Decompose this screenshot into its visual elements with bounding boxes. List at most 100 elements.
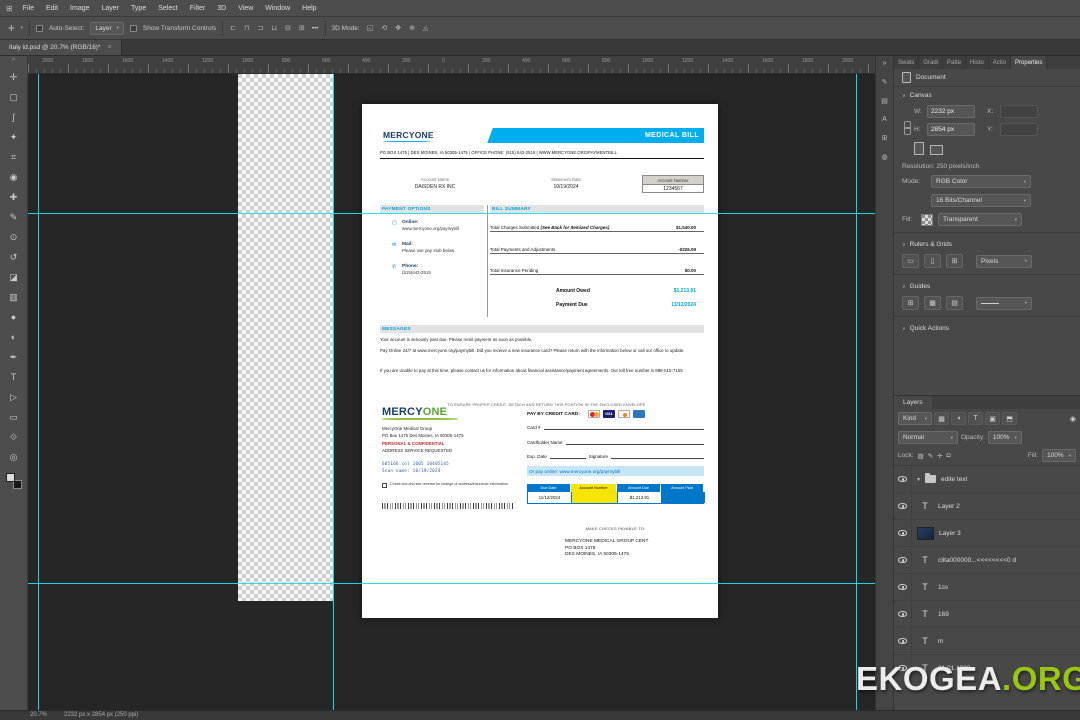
3d-mode-rotate-icon[interactable]: ◱ — [366, 24, 375, 32]
layer-row[interactable]: T cilta000000...<<<<<<<<0 d — [894, 547, 1080, 574]
collapse-toolbar-icon[interactable]: » — [12, 57, 15, 67]
grid-icon[interactable]: ⊞ — [946, 254, 963, 268]
align-left-icon[interactable]: ⊏ — [229, 24, 237, 32]
ruler-icon[interactable]: ▭ — [902, 254, 919, 268]
canvas-area[interactable]: MERCYONE MEDICAL BILL PO BOX 1475 | DES … — [28, 74, 875, 710]
tool-hand[interactable]: ⟐ — [4, 427, 24, 447]
quick-actions-section-header[interactable]: ∨ Quick Actions — [894, 320, 1080, 335]
guide-vertical[interactable] — [333, 74, 334, 710]
align-center-icon[interactable]: ⊓ — [243, 24, 250, 32]
tool-rectangular-marquee[interactable]: ▢ — [4, 87, 24, 107]
menu-help[interactable]: Help — [296, 5, 322, 12]
units-select[interactable]: Pixels ▾ — [976, 254, 1032, 268]
tool-brush[interactable]: ✎ — [4, 207, 24, 227]
layer-visibility-toggle[interactable] — [894, 628, 912, 654]
menu-view[interactable]: View — [232, 5, 259, 12]
align-middle-icon[interactable]: ⊟ — [284, 24, 292, 32]
filter-shape-layers-icon[interactable]: ▣ — [985, 412, 1000, 425]
guide-vertical[interactable] — [856, 74, 857, 710]
guide-layout-icon[interactable]: ⊞ — [902, 296, 919, 310]
tool-clone-stamp[interactable]: ⊙ — [4, 227, 24, 247]
landscape-orientation-icon[interactable] — [930, 145, 943, 155]
tool-type[interactable]: T — [4, 367, 24, 387]
info-panel-icon[interactable]: ⊞ — [882, 134, 888, 142]
tool-lasso[interactable]: ʃ — [4, 107, 24, 127]
horizontal-ruler[interactable]: 2000 1800 1600 1400 1200 1000 800 600 40… — [28, 56, 875, 74]
menu-select[interactable]: Select — [152, 5, 183, 12]
tab-swatches[interactable]: Swats — [894, 56, 920, 69]
menu-type[interactable]: Type — [125, 5, 152, 12]
tool-dodge[interactable]: ◐ — [4, 327, 24, 347]
character-panel-icon[interactable]: A — [882, 116, 887, 123]
tool-move[interactable]: ✛ — [4, 67, 24, 87]
filter-toggle-icon[interactable]: ◉ — [1070, 415, 1076, 423]
lock-pixels-icon[interactable]: ✎ — [928, 452, 933, 460]
layer-visibility-toggle[interactable] — [894, 601, 912, 627]
guide-horizontal[interactable] — [28, 583, 875, 584]
history-panel-icon[interactable]: ✎ — [882, 78, 888, 86]
filter-type-layers-icon[interactable]: T — [968, 412, 983, 425]
tab-properties[interactable]: Properties — [1011, 56, 1048, 69]
tool-history-brush[interactable]: ↺ — [4, 247, 24, 267]
swatches-panel-icon[interactable]: ▤ — [881, 97, 888, 105]
color-swatches[interactable] — [5, 473, 22, 489]
tab-histogram[interactable]: Histo — [966, 56, 989, 69]
canvas-width-input[interactable]: 2232 px — [927, 104, 975, 118]
guide-lock-icon[interactable]: ▦ — [924, 296, 941, 310]
layer-row[interactable]: T m — [894, 628, 1080, 655]
zoom-level[interactable]: 20.7% — [30, 712, 47, 718]
expand-panels-icon[interactable]: » — [883, 60, 887, 67]
tool-blur[interactable]: ● — [4, 307, 24, 327]
rulers-grids-section-header[interactable]: ∨ Rulers & Grids — [894, 236, 1080, 251]
align-top-icon[interactable]: ⊔ — [270, 24, 277, 32]
filter-smart-objects-icon[interactable]: ⬒ — [1002, 412, 1017, 425]
canvas-section-header[interactable]: ∨ Canvas — [894, 87, 1080, 102]
foreground-color-swatch[interactable] — [5, 473, 15, 482]
lock-all-icon[interactable]: ◘ — [947, 452, 951, 459]
link-dimensions-icon[interactable] — [904, 121, 911, 135]
layer-row-group[interactable]: ▾ edite text — [894, 466, 1080, 493]
layer-fill-select[interactable]: 100% ▾ — [1042, 449, 1076, 462]
blend-mode-select[interactable]: Normal ▾ — [898, 431, 958, 444]
layer-row[interactable]: Layer 3 — [894, 520, 1080, 547]
filter-pixel-layers-icon[interactable]: ▦ — [934, 412, 949, 425]
tool-gradient[interactable]: ▥ — [4, 287, 24, 307]
tool-shape[interactable]: ▭ — [4, 407, 24, 427]
tool-zoom[interactable]: ◎ — [4, 447, 24, 467]
group-expand-caret[interactable]: ▾ — [917, 476, 920, 483]
color-mode-select[interactable]: RGB Color ▾ — [931, 175, 1031, 188]
guide-clear-icon[interactable]: ▤ — [946, 296, 963, 310]
guide-style-select[interactable]: ▾ — [976, 296, 1032, 310]
filter-adjustment-layers-icon[interactable]: ◑ — [951, 412, 966, 425]
layer-row[interactable]: T Layer 2 — [894, 493, 1080, 520]
menu-filter[interactable]: Filter — [184, 5, 212, 12]
tool-crop[interactable]: ⌗ — [4, 147, 24, 167]
tool-eyedropper[interactable]: ◉ — [4, 167, 24, 187]
layer-row[interactable]: T 1ss — [894, 574, 1080, 601]
auto-select-checkbox[interactable] — [35, 24, 43, 32]
layer-row[interactable]: T 169 — [894, 601, 1080, 628]
3d-mode-slide-icon[interactable]: ⊕ — [408, 24, 416, 32]
show-transform-checkbox[interactable] — [129, 24, 137, 32]
close-icon[interactable]: × — [108, 44, 112, 51]
document-tab[interactable]: Italy id.psd @ 20.7% (RGB/16)* × — [0, 40, 122, 55]
tab-actions[interactable]: Actio — [989, 56, 1012, 69]
fill-swatch[interactable] — [921, 213, 933, 226]
align-bottom-icon[interactable]: ⊞ — [298, 24, 306, 32]
menu-edit[interactable]: Edit — [40, 5, 64, 12]
opacity-select[interactable]: 100% ▾ — [987, 431, 1022, 444]
more-options-icon[interactable]: ••• — [312, 25, 319, 32]
guide-vertical[interactable] — [38, 74, 39, 710]
layer-visibility-toggle[interactable] — [894, 493, 912, 519]
menu-image[interactable]: Image — [64, 5, 95, 12]
tool-pen[interactable]: ✒ — [4, 347, 24, 367]
fill-select[interactable]: Transparent ▾ — [938, 213, 1022, 226]
ruler-flip-icon[interactable]: ▯ — [924, 254, 941, 268]
guide-horizontal[interactable] — [28, 213, 875, 214]
guides-section-header[interactable]: ∨ Guides — [894, 278, 1080, 293]
tool-healing-brush[interactable]: ✚ — [4, 187, 24, 207]
tool-eraser[interactable]: ◪ — [4, 267, 24, 287]
medical-bill-document[interactable]: MERCYONE MEDICAL BILL PO BOX 1475 | DES … — [362, 104, 718, 618]
3d-mode-roll-icon[interactable]: ⟲ — [380, 24, 388, 32]
auto-select-target-select[interactable]: Layer ▾ — [90, 21, 124, 35]
